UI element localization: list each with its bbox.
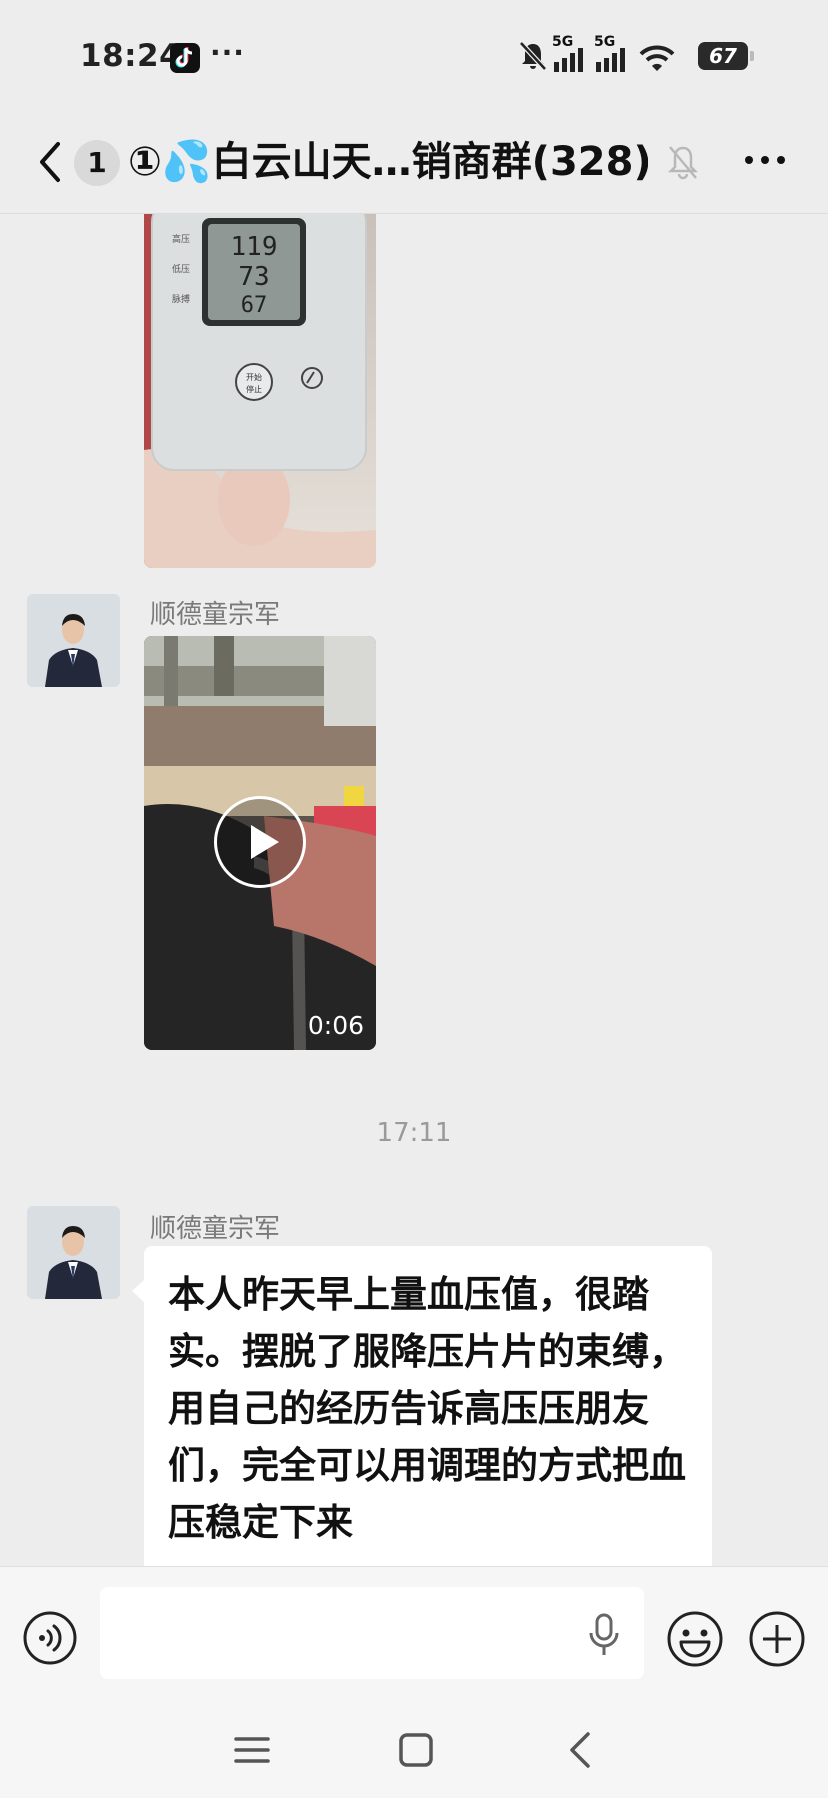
message-list[interactable]: 119 73 67 高压 低压 脉搏 开始 停止 顺德童宗军 0:06 17:1… bbox=[0, 214, 828, 1566]
back-icon[interactable] bbox=[30, 134, 70, 190]
monitor-button-start: 开始 bbox=[246, 372, 262, 382]
tiktok-icon bbox=[170, 43, 200, 73]
chat-title[interactable]: ①💦白云山天…销商群(328) bbox=[128, 132, 648, 192]
pulse-reading: 67 bbox=[241, 293, 268, 318]
signal-icon bbox=[554, 48, 583, 72]
home-icon[interactable] bbox=[396, 1730, 436, 1770]
menu-icon[interactable] bbox=[232, 1730, 272, 1770]
status-more-icon: ··· bbox=[210, 36, 245, 69]
image-message[interactable]: 119 73 67 高压 低压 脉搏 开始 停止 bbox=[144, 214, 376, 568]
avatar[interactable] bbox=[27, 1206, 120, 1299]
monitor-label-pulse: 脉搏 bbox=[172, 293, 190, 305]
mute-bell-icon bbox=[519, 41, 547, 71]
chat-header: 1 ①💦白云山天…销商群(328) bbox=[0, 112, 828, 214]
play-button[interactable] bbox=[214, 796, 306, 888]
mute-icon bbox=[667, 146, 699, 180]
status-icons: 5G 5G 67 bbox=[518, 34, 754, 78]
monitor-label-high: 高压 bbox=[172, 233, 190, 245]
plus-icon[interactable] bbox=[748, 1610, 806, 1668]
systolic-reading: 119 bbox=[231, 232, 278, 262]
text-message-bubble[interactable]: 本人昨天早上量血压值，很踏实。摆脱了服降压片片的束缚，用自己的经历告诉高压压朋友… bbox=[132, 1246, 712, 1566]
message-timestamp: 17:11 bbox=[376, 1118, 452, 1148]
emoji-icon[interactable] bbox=[666, 1610, 724, 1668]
blood-pressure-monitor-photo: 119 73 67 高压 低压 脉搏 开始 停止 bbox=[144, 214, 376, 568]
monitor-label-low: 低压 bbox=[172, 263, 190, 275]
input-bar bbox=[0, 1566, 828, 1698]
person-avatar-icon bbox=[27, 1206, 120, 1299]
message-input[interactable] bbox=[100, 1587, 644, 1679]
back-nav-icon[interactable] bbox=[560, 1728, 600, 1772]
video-message[interactable]: 0:06 bbox=[144, 636, 376, 1050]
status-time: 18:24 bbox=[80, 38, 182, 74]
more-icon[interactable] bbox=[740, 140, 790, 180]
battery-icon: 67 bbox=[698, 42, 754, 70]
play-icon bbox=[251, 825, 279, 859]
person-avatar-icon bbox=[27, 594, 120, 687]
avatar[interactable] bbox=[27, 594, 120, 687]
monitor-button-stop: 停止 bbox=[246, 384, 262, 394]
video-duration: 0:06 bbox=[307, 1011, 364, 1040]
sender-name[interactable]: 顺德童宗军 bbox=[150, 594, 280, 631]
mic-icon[interactable] bbox=[586, 1611, 622, 1659]
wifi-icon bbox=[639, 45, 675, 71]
status-bar: 18:24 ··· 5G 5G 67 bbox=[0, 0, 828, 112]
signal-icon bbox=[596, 48, 625, 72]
system-nav-bar bbox=[0, 1698, 828, 1798]
diastolic-reading: 73 bbox=[238, 262, 269, 292]
sender-name[interactable]: 顺德童宗军 bbox=[150, 1208, 280, 1245]
unread-count-badge[interactable]: 1 bbox=[74, 140, 120, 186]
voice-icon[interactable] bbox=[22, 1610, 78, 1666]
